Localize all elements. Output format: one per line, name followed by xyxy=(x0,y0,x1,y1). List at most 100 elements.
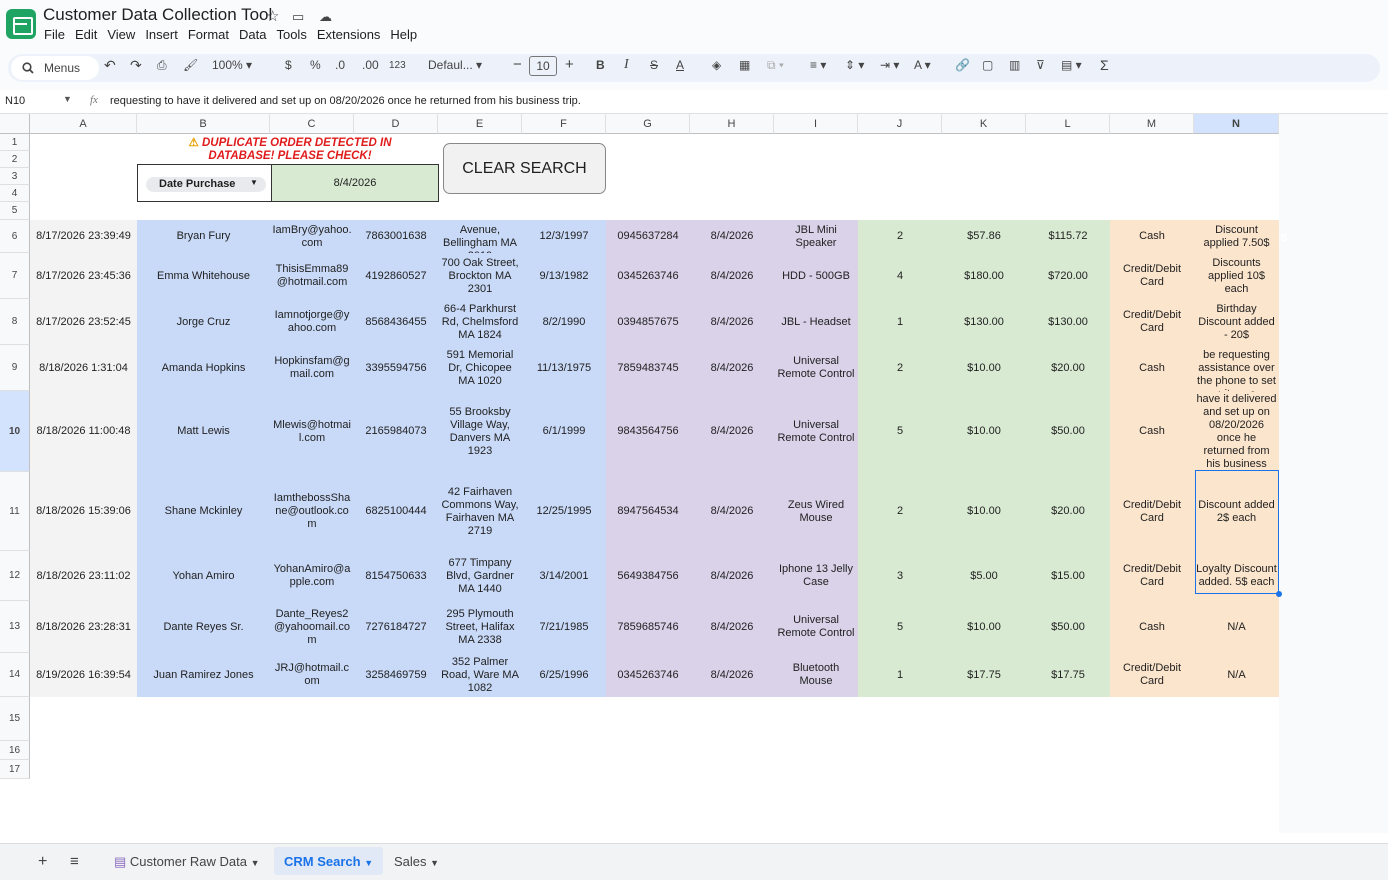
row-header[interactable]: 17 xyxy=(0,760,30,779)
increase-decimal-button[interactable]: .00 xyxy=(362,58,379,72)
table-cell[interactable]: $10.00 xyxy=(942,472,1026,551)
row-header[interactable]: 10 xyxy=(0,391,30,472)
table-cell[interactable]: Dante Reyes Sr. xyxy=(137,601,270,653)
table-cell[interactable]: 2 xyxy=(858,220,942,253)
table-cell[interactable]: Customer will be requesting assistance o… xyxy=(1194,345,1279,391)
table-cell[interactable]: 6/1/1999 xyxy=(522,391,606,472)
table-cell[interactable]: Universal Remote Control xyxy=(774,391,858,472)
table-cell[interactable]: requesting to have it delivered and set … xyxy=(1194,391,1279,472)
table-cell[interactable]: Zeus Wired Mouse xyxy=(774,472,858,551)
table-cell[interactable]: 8/18/2026 11:00:48 xyxy=(30,391,137,472)
table-cell[interactable]: Yohan Amiro xyxy=(137,551,270,601)
decrease-font-size-button[interactable]: − xyxy=(513,56,522,73)
table-cell[interactable]: Credit/Debit Card xyxy=(1110,253,1194,299)
table-cell[interactable]: 591 Memorial Dr, Chicopee MA 1020 xyxy=(438,345,522,391)
table-cell[interactable]: 2 xyxy=(858,345,942,391)
bold-button[interactable]: B xyxy=(596,58,605,72)
table-cell[interactable]: $17.75 xyxy=(1026,653,1110,697)
table-cell[interactable]: 9843564756 xyxy=(606,391,690,472)
decrease-decimal-button[interactable]: .0 xyxy=(335,58,345,72)
table-cell[interactable]: JBL - Headset xyxy=(774,299,858,345)
table-cell[interactable]: 8/18/2026 1:31:04 xyxy=(30,345,137,391)
increase-font-size-button[interactable]: + xyxy=(565,56,574,73)
table-cell[interactable]: 3395594756 xyxy=(354,345,438,391)
table-cell[interactable]: 352 Palmer Road, Ware MA 1082 xyxy=(438,653,522,697)
table-cell[interactable]: 7859483745 xyxy=(606,345,690,391)
table-cell[interactable]: $20.00 xyxy=(1026,472,1110,551)
menu-format[interactable]: Format xyxy=(188,27,229,42)
table-cell[interactable]: 295 Plymouth Street, Halifax MA 2338 xyxy=(438,601,522,653)
table-cell[interactable]: 8/4/2026 xyxy=(690,601,774,653)
date-purchase-value[interactable]: 8/4/2026 xyxy=(271,165,438,201)
table-cell[interactable]: Discounts applied 10$ each xyxy=(1194,253,1279,299)
table-cell[interactable]: JRJ@hotmail.com xyxy=(270,653,354,697)
table-cell[interactable]: 66-4 Parkhurst Rd, Chelmsford MA 1824 xyxy=(438,299,522,345)
menu-insert[interactable]: Insert xyxy=(145,27,178,42)
table-cell[interactable]: Discount applied 7.50$ xyxy=(1194,220,1279,253)
table-cell[interactable]: Loyalty Discount added. 5$ each xyxy=(1194,551,1279,601)
name-box[interactable]: N10 xyxy=(5,95,25,107)
table-cell[interactable]: 1 xyxy=(858,299,942,345)
row-header[interactable]: 11 xyxy=(0,472,30,551)
text-wrap-icon[interactable]: ⇥ ▾ xyxy=(880,58,899,72)
table-cell[interactable]: 8/18/2026 23:28:31 xyxy=(30,601,137,653)
table-cell[interactable]: 8/4/2026 xyxy=(690,220,774,253)
menu-extensions[interactable]: Extensions xyxy=(317,27,381,42)
select-all-corner[interactable] xyxy=(0,114,30,134)
table-cell[interactable]: 11/13/1975 xyxy=(522,345,606,391)
table-cell[interactable]: Shane Mckinley xyxy=(137,472,270,551)
column-header[interactable]: D xyxy=(354,114,438,134)
column-header[interactable]: N xyxy=(1194,114,1279,134)
column-header[interactable]: A xyxy=(30,114,137,134)
table-cell[interactable]: $20.00 xyxy=(1026,345,1110,391)
date-purchase-dropdown[interactable]: Date Purchase ▼ xyxy=(146,177,266,192)
table-cell[interactable]: YohanAmiro@apple.com xyxy=(270,551,354,601)
row-header[interactable]: 9 xyxy=(0,345,30,391)
text-rotation-icon[interactable]: A ▾ xyxy=(914,58,931,72)
star-icon[interactable]: ☆ xyxy=(266,7,279,25)
table-cell[interactable]: $10.00 xyxy=(942,601,1026,653)
table-cell[interactable]: 8/17/2026 23:39:49 xyxy=(30,220,137,253)
table-cell[interactable]: Cash xyxy=(1110,391,1194,472)
table-cell[interactable]: 4192860527 xyxy=(354,253,438,299)
tab-customer-raw-data[interactable]: ▤ Customer Raw Data ▼ xyxy=(104,847,270,875)
table-cell[interactable]: 4 xyxy=(858,253,942,299)
table-cell[interactable]: 8/18/2026 15:39:06 xyxy=(30,472,137,551)
row-header[interactable]: 6 xyxy=(0,220,30,253)
column-header[interactable]: L xyxy=(1026,114,1110,134)
undo-icon[interactable]: ↶ xyxy=(104,57,116,74)
table-cell[interactable]: $10.00 xyxy=(942,345,1026,391)
row-header[interactable]: 3 xyxy=(0,168,30,185)
table-cell[interactable]: 55 Brooksby Village Way, Danvers MA 1923 xyxy=(438,391,522,472)
sheets-logo-icon[interactable] xyxy=(6,9,36,39)
table-cell[interactable]: 3258469759 xyxy=(354,653,438,697)
table-cell[interactable]: Cash xyxy=(1110,345,1194,391)
table-cell[interactable]: 0345263746 xyxy=(606,653,690,697)
table-cell[interactable]: 5 xyxy=(858,601,942,653)
table-cell[interactable]: Credit/Debit Card xyxy=(1110,653,1194,697)
row-header[interactable]: 1 xyxy=(0,134,30,151)
table-cell[interactable]: $720.00 xyxy=(1026,253,1110,299)
menu-help[interactable]: Help xyxy=(390,27,417,42)
table-cell[interactable]: Iamnotjorge@yahoo.com xyxy=(270,299,354,345)
table-cell[interactable]: Bluetooth Mouse xyxy=(774,653,858,697)
menu-view[interactable]: View xyxy=(107,27,135,42)
clear-search-button[interactable]: CLEAR SEARCH xyxy=(443,143,606,194)
table-cell[interactable]: $130.00 xyxy=(942,299,1026,345)
row-header[interactable]: 14 xyxy=(0,653,30,697)
functions-button[interactable]: Σ xyxy=(1100,57,1109,73)
table-cell[interactable]: Iphone 13 Jelly Case xyxy=(774,551,858,601)
table-cell[interactable]: Credit/Debit Card xyxy=(1110,551,1194,601)
table-cell[interactable]: Cash xyxy=(1110,601,1194,653)
table-cell[interactable]: $180.00 xyxy=(942,253,1026,299)
insert-comment-icon[interactable]: ▢ xyxy=(982,58,993,72)
table-cell[interactable]: 677 Timpany Blvd, Gardner MA 1440 xyxy=(438,551,522,601)
table-cell[interactable]: $130.00 xyxy=(1026,299,1110,345)
table-cell[interactable]: 0394857675 xyxy=(606,299,690,345)
table-cell[interactable]: 3/14/2001 xyxy=(522,551,606,601)
row-header[interactable]: 15 xyxy=(0,697,30,741)
table-cell[interactable]: $50.00 xyxy=(1026,601,1110,653)
vertical-align-icon[interactable]: ⇕ ▾ xyxy=(845,58,864,72)
table-cell[interactable]: 1 xyxy=(858,653,942,697)
table-cell[interactable]: 8/4/2026 xyxy=(690,299,774,345)
